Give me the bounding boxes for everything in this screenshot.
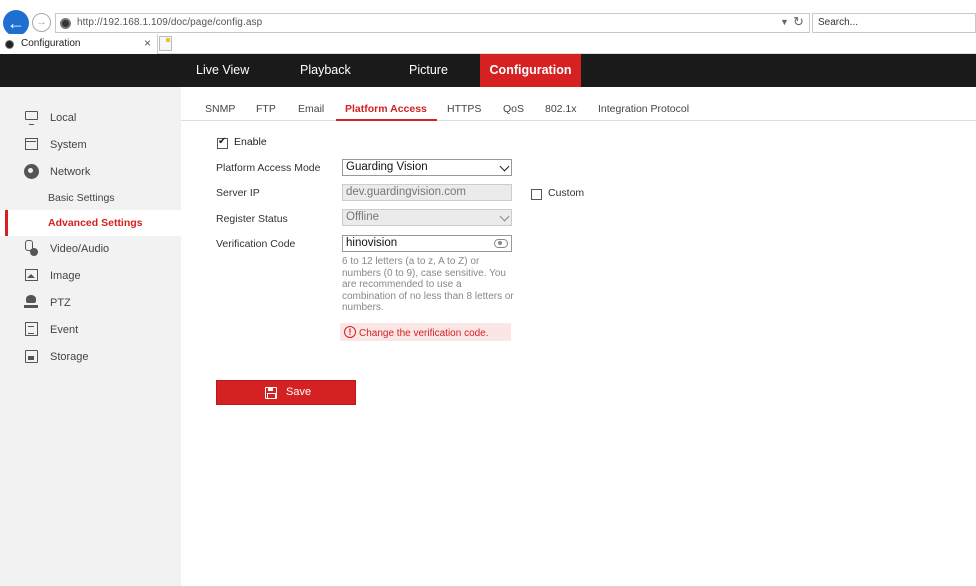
image-icon	[25, 269, 38, 281]
sidebar-item-system[interactable]: System	[0, 132, 181, 158]
monitor-icon	[25, 111, 38, 125]
platform-access-mode-select[interactable]: Guarding Vision	[342, 159, 512, 176]
tab-8021x[interactable]: 802.1x	[545, 103, 577, 115]
tab-qos[interactable]: QoS	[503, 103, 524, 115]
server-ip-field: dev.guardingvision.com	[342, 184, 512, 201]
tab-email[interactable]: Email	[298, 103, 324, 115]
verification-code-value: hinovision	[346, 237, 398, 249]
globe-icon	[24, 164, 39, 179]
tab-integration-protocol[interactable]: Integration Protocol	[598, 103, 689, 115]
url-text: http://192.168.1.109/doc/page/config.asp	[77, 17, 263, 28]
nav-configuration[interactable]: Configuration	[480, 54, 581, 87]
mode-label: Platform Access Mode	[216, 162, 321, 174]
forward-arrow-icon[interactable]: →	[32, 13, 51, 32]
tab-title: Configuration	[21, 38, 81, 49]
server-ip-label: Server IP	[216, 187, 260, 199]
nav-live-view[interactable]: Live View	[196, 54, 249, 87]
sidebar-item-basic-settings[interactable]: Basic Settings	[0, 185, 181, 211]
warning-icon: !	[344, 326, 356, 338]
sidebar: Local System Network Basic Settings Adva…	[0, 87, 181, 586]
enable-label: Enable	[234, 136, 267, 148]
register-status-label: Register Status	[216, 213, 288, 225]
warning-text: Change the verification code.	[359, 328, 489, 339]
search-placeholder: Search...	[818, 17, 859, 28]
site-icon	[60, 18, 71, 29]
sidebar-item-label: Network	[50, 166, 91, 178]
system-icon	[25, 138, 38, 150]
search-input[interactable]: Search...	[812, 13, 976, 33]
favicon-icon	[5, 40, 14, 49]
sidebar-item-label: Advanced Settings	[48, 217, 143, 229]
video-audio-icon	[25, 240, 38, 256]
browser-address-bar: ← → http://192.168.1.109/doc/page/config…	[0, 0, 976, 36]
tab-https[interactable]: HTTPS	[447, 103, 481, 115]
chevron-down-icon	[499, 161, 510, 172]
server-ip-value: dev.guardingvision.com	[346, 186, 466, 198]
close-tab-icon[interactable]: ×	[144, 36, 151, 50]
custom-label: Custom	[548, 187, 585, 199]
verification-code-field[interactable]: hinovision	[342, 235, 512, 252]
sidebar-item-local[interactable]: Local	[0, 105, 181, 131]
save-label: Save	[286, 386, 312, 398]
save-button[interactable]: Save	[216, 380, 356, 405]
sidebar-item-storage[interactable]: Storage	[0, 344, 181, 370]
sidebar-item-event[interactable]: Event	[0, 317, 181, 343]
sidebar-item-label: Storage	[50, 351, 89, 363]
sidebar-item-network[interactable]: Network	[0, 159, 181, 185]
sidebar-item-label: Local	[50, 112, 77, 124]
back-arrow-icon[interactable]: ←	[3, 10, 29, 36]
tab-snmp[interactable]: SNMP	[205, 103, 235, 115]
sidebar-item-label: Image	[50, 270, 81, 282]
sidebar-item-image[interactable]: Image	[0, 263, 181, 289]
main-nav: Live View Playback Picture Configuration	[0, 54, 976, 87]
sidebar-item-ptz[interactable]: PTZ	[0, 290, 181, 316]
custom-checkbox[interactable]	[531, 189, 542, 200]
subtab-bar: SNMP FTP Email Platform Access HTTPS QoS…	[181, 87, 976, 121]
chevron-down-icon	[499, 211, 510, 222]
sidebar-item-label: PTZ	[50, 297, 71, 309]
register-status-value: Offline	[346, 211, 380, 223]
active-tab-indicator	[336, 119, 437, 121]
warning-message: ! Change the verification code.	[340, 323, 511, 341]
sidebar-item-label: Event	[50, 324, 79, 336]
event-icon	[25, 322, 38, 336]
enable-checkbox[interactable]	[217, 136, 228, 149]
mode-value: Guarding Vision	[346, 161, 428, 173]
tab-ftp[interactable]: FTP	[256, 103, 276, 115]
new-tab-icon[interactable]	[159, 36, 172, 51]
tab-platform-access[interactable]: Platform Access	[345, 103, 427, 115]
nav-playback[interactable]: Playback	[300, 54, 351, 87]
sidebar-item-video-audio[interactable]: Video/Audio	[0, 236, 181, 262]
verification-hint: 6 to 12 letters (a to z, A to Z) or numb…	[342, 256, 514, 313]
sidebar-item-advanced-settings[interactable]: Advanced Settings	[0, 210, 181, 236]
browser-tab[interactable]: Configuration ×	[0, 34, 158, 54]
nav-picture[interactable]: Picture	[409, 54, 448, 87]
url-input[interactable]: http://192.168.1.109/doc/page/config.asp…	[55, 13, 810, 33]
sidebar-item-label: Video/Audio	[50, 243, 110, 255]
sidebar-item-label: Basic Settings	[48, 192, 115, 204]
register-status-select: Offline	[342, 209, 512, 226]
browser-tab-bar: Configuration ×	[0, 34, 976, 54]
url-dropdown-icon[interactable]: ▼	[780, 17, 789, 27]
refresh-icon[interactable]: ↻	[793, 14, 804, 30]
verification-code-label: Verification Code	[216, 238, 296, 250]
eye-icon[interactable]	[494, 239, 508, 248]
save-icon	[265, 387, 277, 399]
ptz-icon	[24, 295, 38, 308]
storage-icon	[25, 350, 38, 363]
sidebar-item-label: System	[50, 139, 87, 151]
